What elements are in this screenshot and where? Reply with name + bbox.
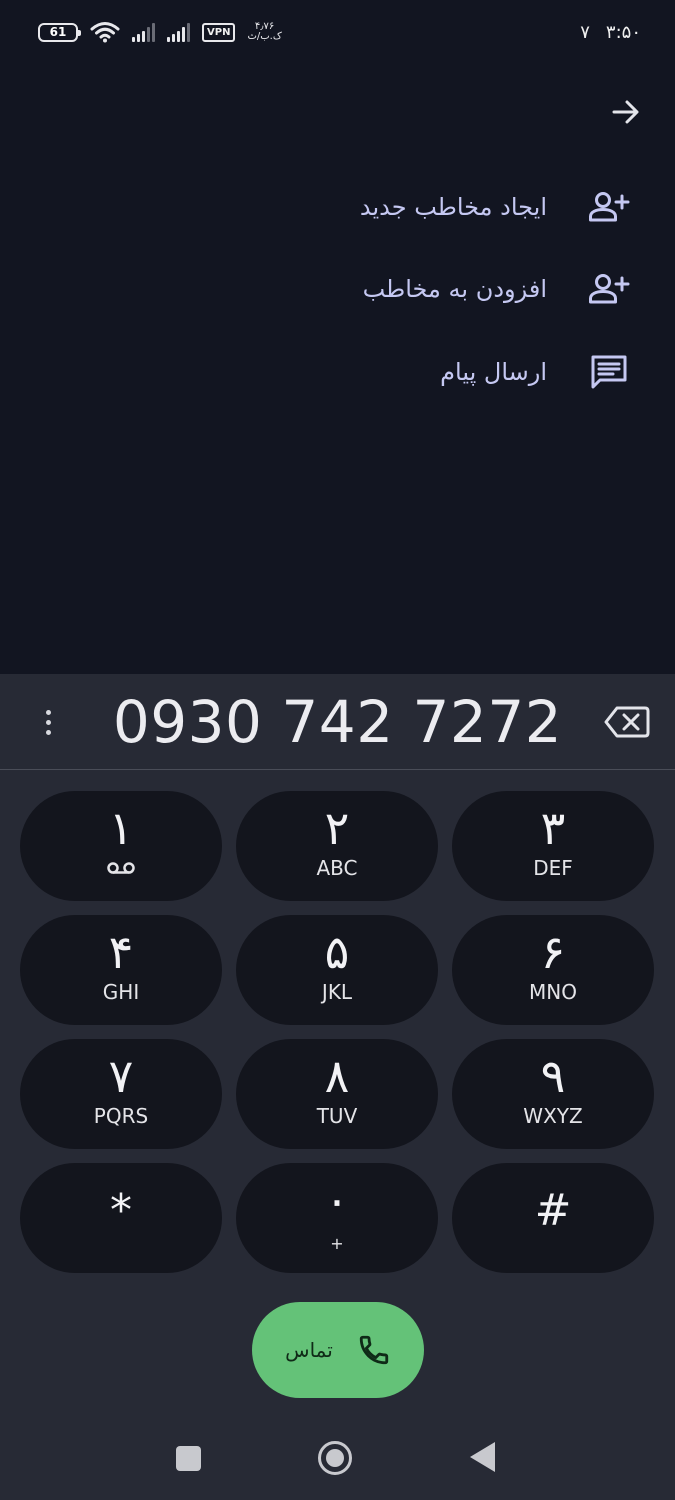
- network-speed-unit: ک.ب/ث: [247, 31, 282, 42]
- more-options-button[interactable]: [30, 702, 66, 742]
- key-letters: GHI: [102, 980, 140, 1004]
- key-7[interactable]: ۷ PQRS: [20, 1039, 222, 1149]
- backspace-icon: [604, 706, 650, 738]
- dot: [45, 719, 51, 725]
- key-letters: PQRS: [93, 1104, 149, 1128]
- send-message-label: ارسال پیام: [440, 358, 547, 386]
- send-message-item[interactable]: ارسال پیام: [440, 344, 631, 400]
- key-letters: WXYZ: [523, 1104, 583, 1128]
- clock: ۳:۵۰: [605, 21, 641, 43]
- person-add-icon: [587, 267, 631, 311]
- signal-strength-icon-2: [167, 22, 190, 42]
- back-button[interactable]: [470, 1442, 495, 1472]
- person-add-icon: [587, 185, 631, 229]
- key-letters: JKL: [321, 980, 353, 1004]
- voicemail-icon: [107, 857, 135, 879]
- home-button[interactable]: [318, 1441, 352, 1475]
- key-digit: ۶: [540, 925, 566, 979]
- wifi-icon: [90, 22, 120, 43]
- vpn-badge: VPN: [202, 22, 236, 42]
- status-icons-left: 61 VPN ۴٫۷۶ ک.ب/ث: [38, 18, 282, 46]
- create-new-contact-item[interactable]: ایجاد مخاطب جدید: [360, 179, 631, 235]
- key-9[interactable]: ۹ WXYZ: [452, 1039, 654, 1149]
- dialer-screen: 61 VPN ۴٫۷۶ ک.ب/ث ۷ ۳:۵۰ ایجاد مخاطب جدی…: [0, 0, 675, 1500]
- key-letters: MNO: [529, 980, 577, 1004]
- key-digit: ۱: [108, 801, 134, 855]
- call-button[interactable]: تماس: [252, 1302, 424, 1398]
- key-1[interactable]: ۱: [20, 791, 222, 901]
- backspace-button[interactable]: [604, 704, 650, 740]
- key-letters: +: [330, 1234, 344, 1253]
- number-display-row: 0930 742 7272: [0, 674, 675, 770]
- key-star[interactable]: *: [20, 1163, 222, 1273]
- key-digit: #: [534, 1185, 572, 1236]
- notification-indicator: ۷: [580, 21, 590, 43]
- back-arrow-button[interactable]: [606, 92, 646, 132]
- key-5[interactable]: ۵ JKL: [236, 915, 438, 1025]
- key-letters: TUV: [316, 1104, 358, 1128]
- key-3[interactable]: ۳ DEF: [452, 791, 654, 901]
- add-to-contact-label: افزودن به مخاطب: [362, 275, 547, 303]
- key-digit: *: [110, 1185, 132, 1236]
- battery-level: 61: [49, 25, 67, 39]
- recent-apps-button[interactable]: [176, 1446, 201, 1471]
- status-icons-right: ۷ ۳:۵۰: [580, 18, 641, 46]
- key-digit: ۷: [108, 1049, 134, 1103]
- dot: [45, 709, 51, 715]
- home-dot: [326, 1449, 344, 1467]
- status-bar: 61 VPN ۴٫۷۶ ک.ب/ث ۷ ۳:۵۰: [0, 0, 675, 62]
- key-digit: ۴: [108, 925, 134, 979]
- arrow-right-icon: [612, 100, 639, 124]
- dialpad-panel: 0930 742 7272 ۱ ۲ ABC ۳ DEF ۴ GHI ۵ JKL …: [0, 674, 675, 1500]
- key-8[interactable]: ۸ TUV: [236, 1039, 438, 1149]
- key-digit: ۰: [324, 1173, 350, 1227]
- dot: [45, 729, 51, 735]
- key-digit: ۹: [540, 1049, 566, 1103]
- key-digit: ۲: [324, 801, 350, 855]
- create-new-contact-label: ایجاد مخاطب جدید: [359, 193, 547, 221]
- call-button-label: تماس: [285, 1338, 333, 1362]
- key-digit: ۳: [540, 801, 566, 855]
- key-digit: ۵: [324, 925, 350, 979]
- network-speed: ۴٫۷۶ ک.ب/ث: [247, 22, 281, 42]
- add-to-contact-item[interactable]: افزودن به مخاطب: [363, 261, 631, 317]
- key-letters: DEF: [533, 856, 573, 880]
- key-6[interactable]: ۶ MNO: [452, 915, 654, 1025]
- key-hash[interactable]: #: [452, 1163, 654, 1273]
- signal-strength-icon: [132, 22, 155, 42]
- message-icon: [587, 350, 631, 394]
- key-0[interactable]: ۰ +: [236, 1163, 438, 1273]
- dialed-number[interactable]: 0930 742 7272: [90, 684, 585, 760]
- phone-icon: [359, 1335, 388, 1365]
- system-navigation-bar: [0, 1424, 675, 1490]
- key-letters: ABC: [316, 856, 358, 880]
- key-2[interactable]: ۲ ABC: [236, 791, 438, 901]
- key-digit: ۸: [324, 1049, 350, 1103]
- battery-icon: 61: [38, 22, 81, 42]
- key-4[interactable]: ۴ GHI: [20, 915, 222, 1025]
